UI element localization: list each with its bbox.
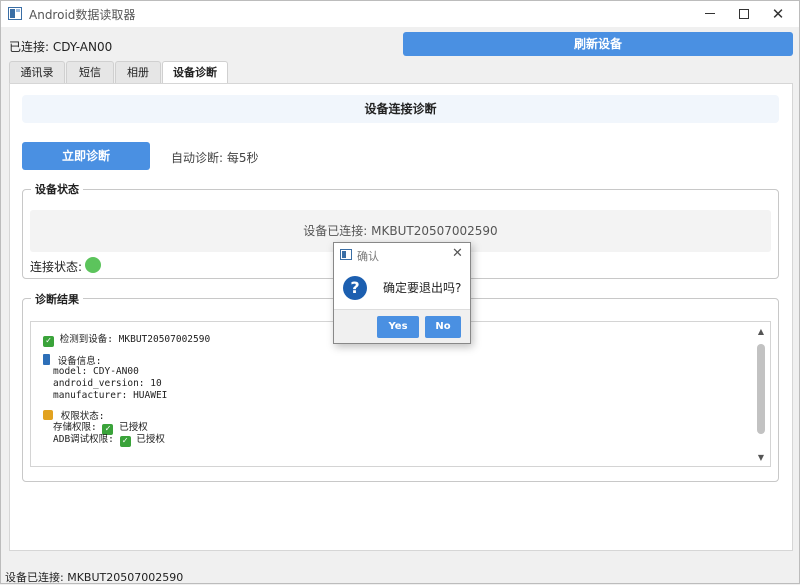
- tab-device-diagnostics[interactable]: 设备诊断: [162, 61, 228, 85]
- storage-permission-value: 已授权: [119, 422, 148, 433]
- connection-state-label: 连接状态:: [30, 260, 83, 274]
- detected-device: 检测到设备: MKBUT20507002590: [59, 334, 211, 345]
- device-manufacturer: manufacturer: HUAWEI: [53, 390, 168, 401]
- no-button[interactable]: No: [425, 316, 461, 338]
- connection-label: 已连接: CDY-AN00: [9, 40, 113, 54]
- run-diagnostics-button[interactable]: 立即诊断: [22, 142, 150, 170]
- dialog-title-bar: 确认 ✕: [334, 243, 470, 267]
- dialog-footer: Yes No: [334, 309, 470, 343]
- app-window: Android数据读取器 ✕ 已连接: CDY-AN00 刷新设备 通讯录 短信…: [0, 0, 800, 584]
- minimize-icon: [705, 13, 715, 14]
- yes-button[interactable]: Yes: [377, 316, 419, 338]
- title-bar: Android数据读取器 ✕: [1, 1, 799, 27]
- storage-permission-label: 存储权限:: [53, 422, 97, 433]
- phone-icon: [43, 354, 50, 365]
- scroll-up-icon[interactable]: ▲: [754, 326, 768, 338]
- device-status-title: 设备状态: [31, 181, 83, 197]
- dialog-message: 确定要退出吗?: [383, 281, 462, 295]
- adb-permission-value: 已授权: [136, 434, 165, 445]
- status-bar: 设备已连接: MKBUT20507002590: [5, 571, 184, 584]
- dialog-close-icon[interactable]: ✕: [452, 246, 463, 261]
- results-scrollbar[interactable]: ▲ ▼: [754, 326, 768, 464]
- app-icon: [8, 7, 22, 20]
- diagnostics-header: 设备连接诊断: [22, 95, 779, 123]
- auto-diagnostics-label: 自动诊断: 每5秒: [171, 151, 259, 165]
- adb-permission-label: ADB调试权限:: [53, 434, 114, 445]
- dialog-app-icon: [340, 249, 352, 260]
- close-icon: ✕: [771, 5, 785, 23]
- tab-sms[interactable]: 短信: [66, 61, 114, 84]
- device-model: model: CDY-AN00: [53, 366, 139, 377]
- question-icon: ?: [343, 276, 367, 300]
- dialog-title: 确认: [357, 250, 379, 263]
- lock-icon: [43, 410, 53, 420]
- refresh-devices-button[interactable]: 刷新设备: [403, 32, 793, 56]
- close-button[interactable]: ✕: [755, 1, 800, 27]
- scroll-thumb[interactable]: [757, 344, 765, 434]
- tab-contacts[interactable]: 通讯录: [9, 61, 65, 84]
- confirm-dialog: 确认 ✕ ? 确定要退出吗? Yes No: [333, 242, 471, 344]
- connection-indicator: [85, 257, 101, 273]
- window-title: Android数据读取器: [29, 8, 136, 22]
- device-android-version: android_version: 10: [53, 378, 162, 389]
- scroll-down-icon[interactable]: ▼: [754, 452, 768, 464]
- tab-album[interactable]: 相册: [115, 61, 161, 84]
- checkmark-icon: ✓: [119, 436, 131, 447]
- diagnostic-results-title: 诊断结果: [31, 291, 83, 307]
- permissions-title: 权限状态:: [60, 411, 105, 422]
- checkmark-icon: ✓: [43, 336, 54, 347]
- maximize-icon: [739, 8, 749, 19]
